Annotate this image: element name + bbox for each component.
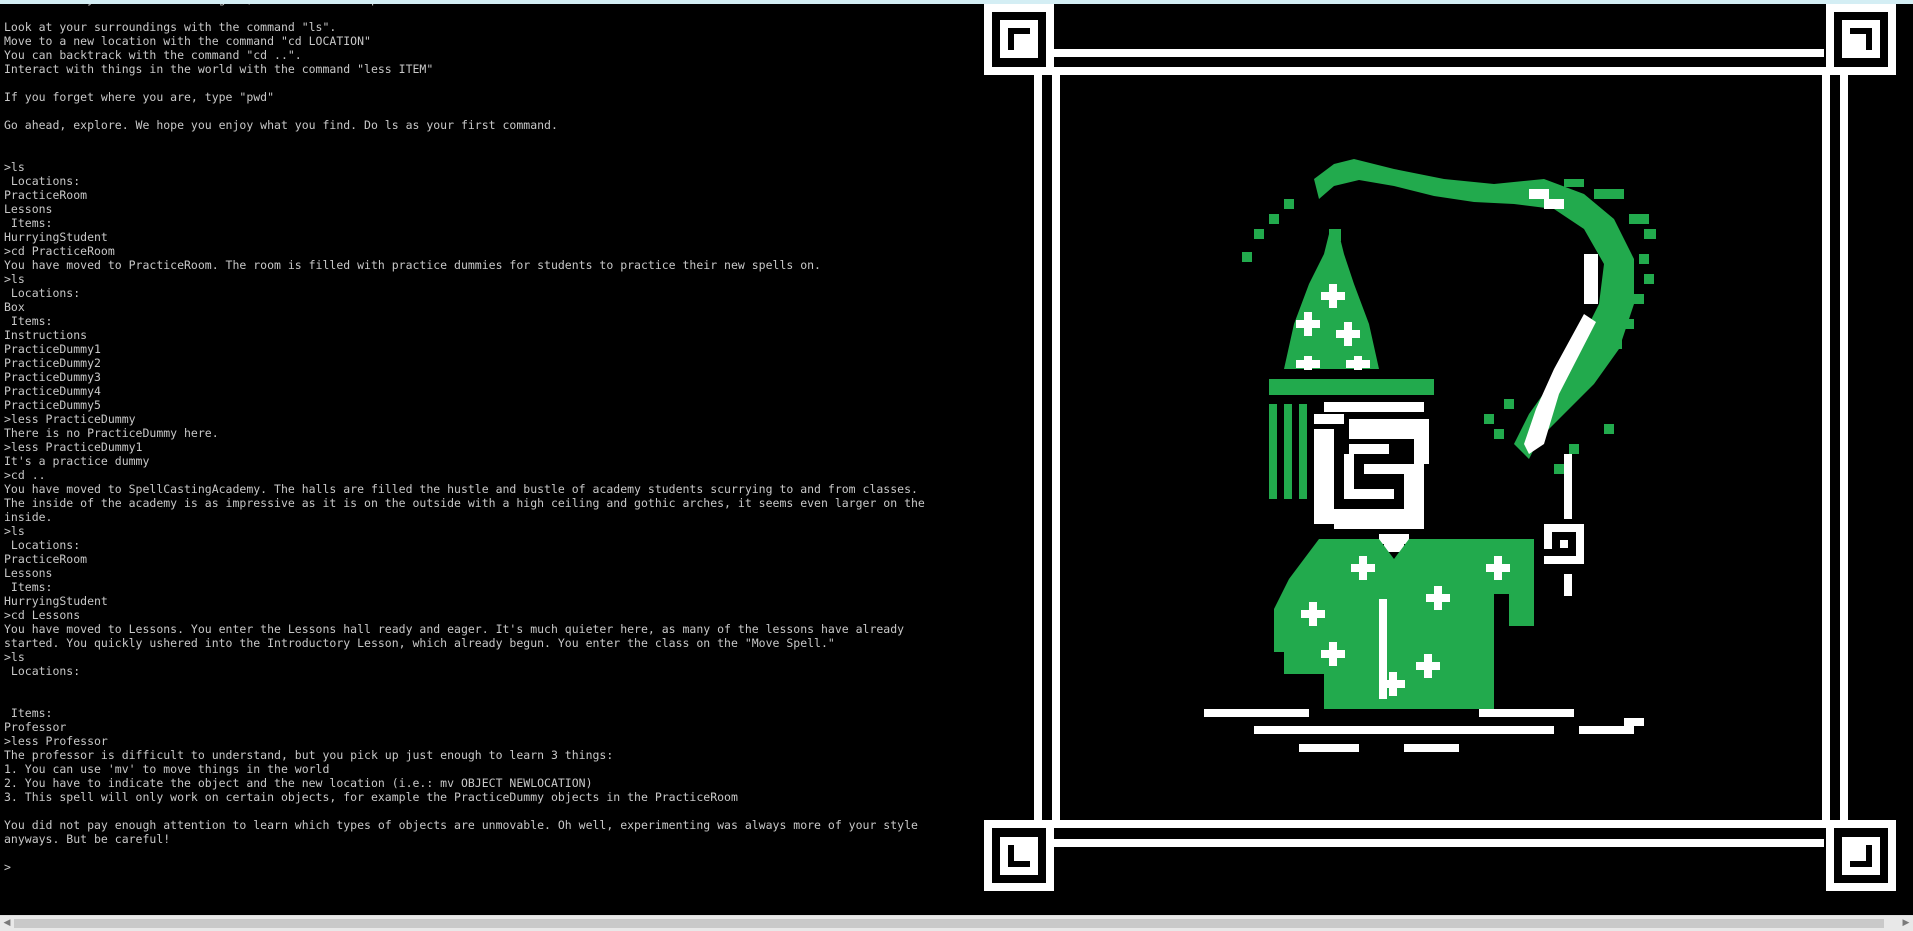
terminal-line: >less PracticeDummy [4,412,136,426]
scroll-right-arrow-icon[interactable]: ▶ [1899,916,1913,931]
terminal-line: > [4,860,11,874]
terminal-line: Instructions [4,328,88,342]
wizard-robe [1274,539,1534,709]
terminal-line: Locations: [4,538,81,552]
terminal-output: Welcome! If you are new to the game, her… [4,4,960,874]
terminal-line: Box [4,300,25,314]
scroll-left-arrow-icon[interactable]: ◀ [0,916,14,931]
wizard-face [1314,402,1429,552]
terminal-line: 1. You can use 'mv' to move things in th… [4,762,330,776]
terminal-line: Items: [4,706,53,720]
terminal-line: >cd PracticeRoom [4,244,115,258]
terminal-line: Move to a new location with the command … [4,34,371,48]
terminal-panel[interactable]: Welcome! If you are new to the game, her… [0,4,964,910]
terminal-line: Lessons [4,202,53,216]
terminal-line: HurryingStudent [4,230,108,244]
horizontal-scrollbar[interactable]: ◀ ▶ [0,915,1913,931]
terminal-line: >ls [4,650,25,664]
terminal-line: PracticeDummy1 [4,342,101,356]
terminal-line: PracticeDummy3 [4,370,101,384]
terminal-line: Professor [4,720,67,734]
terminal-line: You did not pay enough attention to lear… [4,818,918,832]
terminal-line: The professor is difficult to understand… [4,748,614,762]
terminal-line: PracticeDummy5 [4,398,101,412]
terminal-line: Locations: [4,286,81,300]
game-window: Welcome! If you are new to the game, her… [0,4,1913,915]
terminal-line: Interact with things in the world with t… [4,62,434,76]
wizard-pixel-art [984,4,1896,891]
terminal-line: Lessons [4,566,53,580]
terminal-line: There is no PracticeDummy here. [4,426,219,440]
greek-key-frame [984,4,1896,891]
terminal-line: started. You quickly ushered into the In… [4,636,835,650]
terminal-line: You have moved to PracticeRoom. The room… [4,258,821,272]
terminal-line: 3. This spell will only work on certain … [4,790,738,804]
terminal-line: Go ahead, explore. We hope you enjoy wha… [4,118,558,132]
terminal-line: PracticeRoom [4,552,88,566]
terminal-line: inside. [4,510,53,524]
terminal-line: HurryingStudent [4,594,108,608]
terminal-line: >ls [4,524,25,538]
wizard-hair [1269,404,1307,499]
terminal-line: You have moved to SpellCastingAcademy. T… [4,482,918,496]
terminal-line: 2. You have to indicate the object and t… [4,776,593,790]
terminal-line: anyways. But be careful! [4,832,171,846]
terminal-line: Locations: [4,174,81,188]
scrollbar-thumb[interactable] [14,919,1884,928]
terminal-line: The inside of the academy is as impressi… [4,496,925,510]
terminal-line: It's a practice dummy [4,454,150,468]
terminal-line: >ls [4,272,25,286]
terminal-line: Items: [4,314,53,328]
terminal-line: You have moved to Lessons. You enter the… [4,622,905,636]
terminal-line: If you forget where you are, type "pwd" [4,90,275,104]
terminal-line: PracticeDummy2 [4,356,101,370]
terminal-line: PracticeRoom [4,188,88,202]
terminal-line: Items: [4,216,53,230]
ground-lines [1204,709,1644,752]
terminal-line: >cd Lessons [4,608,81,622]
terminal-line: >less PracticeDummy1 [4,440,143,454]
terminal-line: PracticeDummy4 [4,384,101,398]
terminal-line: Items: [4,580,53,594]
terminal-line: >less Professor [4,734,108,748]
wizard-hat [1269,229,1434,395]
terminal-line: >cd .. [4,468,46,482]
terminal-line: Look at your surroundings with the comma… [4,20,337,34]
terminal-line: Locations: [4,664,81,678]
wizard-art-panel [984,4,1896,891]
terminal-line: >ls [4,160,25,174]
terminal-line: You can backtrack with the command "cd .… [4,48,302,62]
